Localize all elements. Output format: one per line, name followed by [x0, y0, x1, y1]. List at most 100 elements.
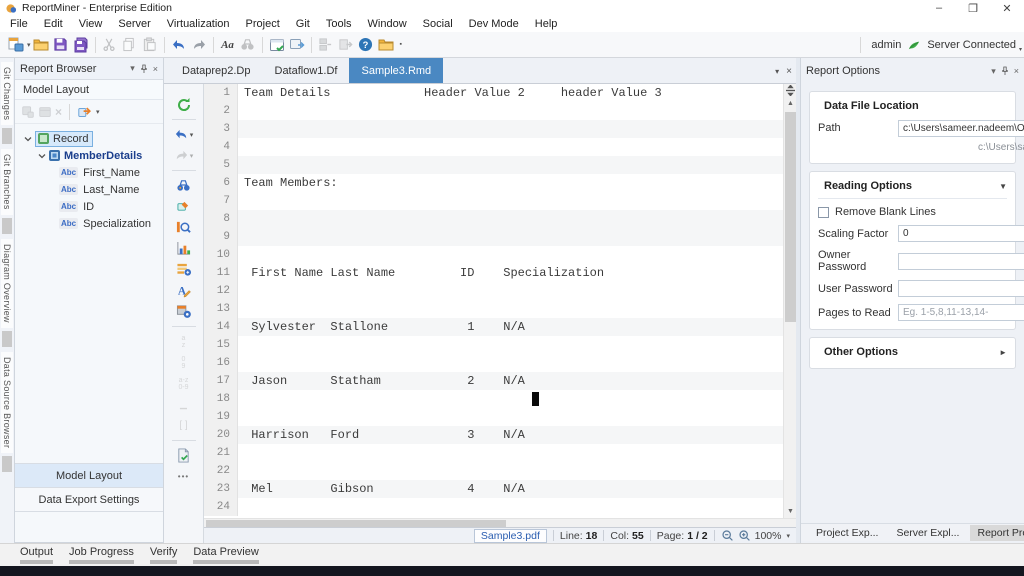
user-password-input[interactable]: [898, 280, 1024, 297]
cut-icon[interactable]: [100, 34, 120, 56]
line-content[interactable]: [238, 210, 796, 228]
line-content[interactable]: [238, 120, 796, 138]
sort-alpha-icon[interactable]: az: [171, 331, 197, 352]
recent-files-folder-icon[interactable]: [376, 34, 396, 56]
rail-tab-git-branches[interactable]: Git Branches: [1, 149, 13, 215]
font-edit-icon[interactable]: A: [171, 280, 197, 301]
brackets-icon[interactable]: [ ]: [171, 415, 197, 436]
line-content[interactable]: [238, 444, 796, 462]
open-folder-icon[interactable]: [31, 34, 51, 56]
panel-tab-project-exp[interactable]: Project Exp...: [809, 525, 885, 541]
scroll-up-icon[interactable]: ▲: [784, 97, 796, 110]
menu-social[interactable]: Social: [415, 18, 461, 30]
zoom-out-icon[interactable]: [721, 529, 734, 542]
menu-virtualization[interactable]: Virtualization: [159, 18, 238, 30]
window-run-icon[interactable]: [287, 34, 307, 56]
remove-blank-lines-checkbox[interactable]: [818, 207, 829, 218]
bottom-tab-job-progress[interactable]: Job Progress: [69, 546, 134, 564]
zoom-level[interactable]: 100%: [755, 530, 782, 542]
chevron-down-icon[interactable]: [23, 134, 32, 143]
tree-node-record[interactable]: Record: [15, 130, 163, 147]
validate-document-icon[interactable]: [171, 445, 197, 466]
select-pattern-icon[interactable]: [171, 196, 197, 217]
tab-list-caret-icon[interactable]: ▾: [775, 67, 779, 76]
panel-menu-caret-icon[interactable]: ▾: [130, 63, 135, 74]
horizontal-scroll-thumb[interactable]: [206, 520, 506, 527]
menu-server[interactable]: Server: [110, 18, 158, 30]
menu-git[interactable]: Git: [288, 18, 318, 30]
line-content[interactable]: [238, 282, 796, 300]
save-icon[interactable]: [51, 34, 71, 56]
undo-icon[interactable]: ▾: [171, 124, 197, 145]
path-input[interactable]: [898, 120, 1024, 137]
pin-icon[interactable]: [140, 64, 148, 74]
tree-field-first-name[interactable]: AbcFirst_Name: [15, 164, 163, 181]
font-case-icon[interactable]: Aa: [218, 34, 238, 56]
help-icon[interactable]: ?: [356, 34, 376, 56]
status-file-name[interactable]: Sample3.pdf: [474, 529, 547, 543]
refresh-icon[interactable]: [171, 94, 197, 115]
menu-help[interactable]: Help: [527, 18, 566, 30]
export-model-icon[interactable]: [316, 34, 336, 56]
line-content[interactable]: [238, 192, 796, 210]
redo-icon[interactable]: ▾: [171, 145, 197, 166]
panel-switch-model-layout[interactable]: Model Layout: [15, 464, 163, 488]
add-field-icon[interactable]: [38, 105, 52, 119]
underscore-icon[interactable]: ▁: [171, 394, 197, 415]
pages-to-read-input[interactable]: [898, 304, 1024, 321]
import-data-icon[interactable]: [336, 34, 356, 56]
redo-icon[interactable]: [189, 34, 209, 56]
rail-tab-data-source-browser[interactable]: Data Source Browser: [1, 352, 13, 453]
vertical-scroll-thumb[interactable]: [785, 112, 796, 322]
tree-field-last-name[interactable]: AbcLast_Name: [15, 181, 163, 198]
bottom-tab-data-preview[interactable]: Data Preview: [193, 546, 258, 564]
line-content[interactable]: Jason Statham 2 N/A: [238, 372, 796, 390]
search-highlight-icon[interactable]: [171, 217, 197, 238]
line-content[interactable]: [238, 462, 796, 480]
line-content[interactable]: Mel Gibson 4 N/A: [238, 480, 796, 498]
tree-field-id[interactable]: AbcID: [15, 198, 163, 215]
find-icon[interactable]: [238, 34, 258, 56]
export-layout-caret-icon[interactable]: ▾: [96, 108, 100, 116]
menu-view[interactable]: View: [71, 18, 111, 30]
split-editor-handle-icon[interactable]: [784, 84, 796, 97]
server-status-label[interactable]: Server Connected: [927, 39, 1016, 51]
undo-icon[interactable]: [169, 34, 189, 56]
toolbar-options-caret-icon[interactable]: ▾: [1019, 46, 1022, 53]
add-record-icon[interactable]: [21, 105, 35, 119]
line-content[interactable]: First Name Last Name ID Specialization: [238, 264, 796, 282]
new-project-icon[interactable]: [6, 34, 26, 56]
panel-switch-data-export-settings[interactable]: Data Export Settings: [15, 488, 163, 512]
line-content[interactable]: Sylvester Stallone 1 N/A: [238, 318, 796, 336]
toolbar-overflow-icon[interactable]: ▪: [400, 41, 402, 48]
paste-icon[interactable]: [140, 34, 160, 56]
line-content[interactable]: [238, 354, 796, 372]
minimize-button[interactable]: –: [922, 0, 956, 16]
auto-create-layout-icon[interactable]: [171, 259, 197, 280]
statistics-chart-icon[interactable]: [171, 238, 197, 259]
scroll-down-icon[interactable]: ▼: [784, 505, 796, 518]
menu-window[interactable]: Window: [360, 18, 415, 30]
line-content[interactable]: Team Members:: [238, 174, 796, 192]
document-tab-sample3-rmd[interactable]: Sample3.Rmd: [349, 58, 443, 83]
document-tab-dataprep2-dp[interactable]: Dataprep2.Dp: [170, 58, 263, 83]
sort-numeric-icon[interactable]: 09: [171, 352, 197, 373]
more-options-icon[interactable]: •••: [171, 466, 197, 487]
line-content[interactable]: [238, 390, 796, 408]
line-content[interactable]: [238, 156, 796, 174]
horizontal-scrollbar[interactable]: [204, 518, 796, 527]
panel-close-icon[interactable]: ×: [1014, 66, 1019, 76]
zoom-in-icon[interactable]: [738, 529, 751, 542]
maximize-button[interactable]: ❐: [956, 0, 990, 16]
menu-file[interactable]: File: [2, 18, 36, 30]
panel-tab-server-expl[interactable]: Server Expl...: [889, 525, 966, 541]
line-content[interactable]: [238, 102, 796, 120]
rail-tab-git-changes[interactable]: Git Changes: [1, 62, 13, 125]
panel-tab-report-pro[interactable]: Report Pro...: [970, 525, 1024, 541]
tree-field-specialization[interactable]: AbcSpecialization: [15, 215, 163, 232]
model-settings-icon[interactable]: [171, 301, 197, 322]
pin-icon[interactable]: [1001, 66, 1009, 76]
rail-tab-diagram-overview[interactable]: Diagram Overview: [1, 239, 13, 328]
collapse-section-icon[interactable]: ▼: [999, 182, 1007, 191]
bottom-tab-output[interactable]: Output: [20, 546, 53, 564]
